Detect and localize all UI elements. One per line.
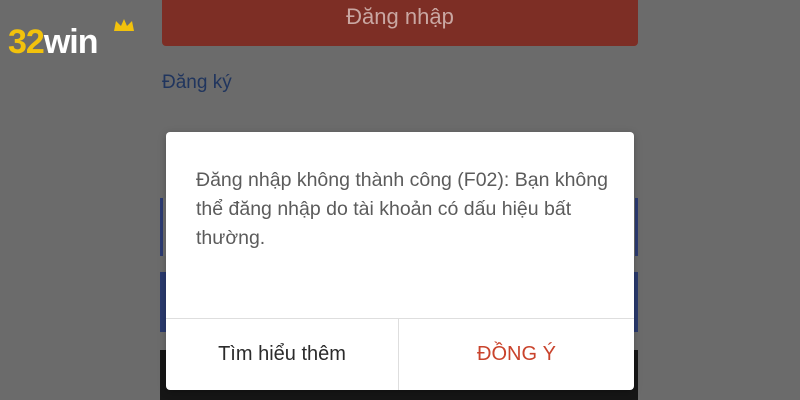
crown-icon — [114, 19, 134, 31]
agree-button[interactable]: ĐỒNG Ý — [399, 319, 634, 390]
login-button[interactable]: Đăng nhập — [162, 0, 638, 46]
error-dialog: Đăng nhập không thành công (F02): Bạn kh… — [166, 132, 634, 390]
learn-more-button[interactable]: Tìm hiểu thêm — [166, 319, 398, 390]
logo-word: win — [43, 23, 99, 61]
dialog-message: Đăng nhập không thành công (F02): Bạn kh… — [196, 169, 608, 249]
logo-number: 32 — [8, 23, 45, 61]
register-link[interactable]: Đăng ký — [162, 72, 232, 94]
brand-logo: 32win — [8, 19, 134, 62]
